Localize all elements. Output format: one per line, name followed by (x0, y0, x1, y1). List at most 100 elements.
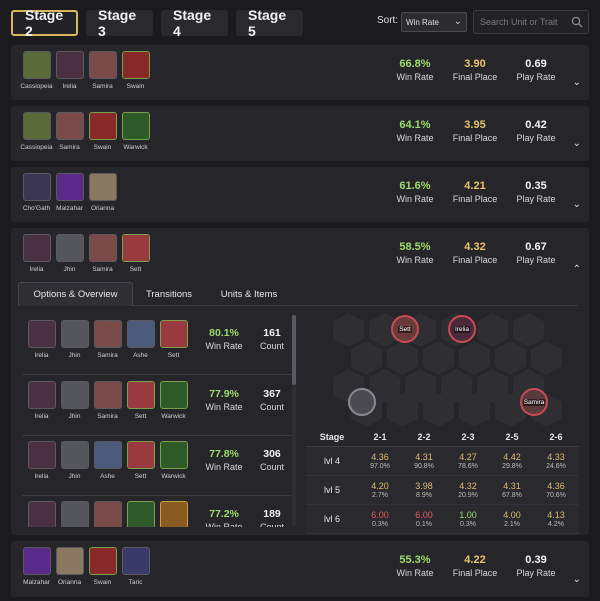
hex-cell (333, 313, 364, 347)
unit-name: Irelia (29, 266, 44, 273)
list-item[interactable]: 77.2% Win Rate 189 Count (22, 496, 292, 527)
unit-portrait (22, 51, 51, 79)
comp-card[interactable]: Cassiopeia Irelia Samira Swain 66.8% Win … (11, 45, 589, 100)
unit-portrait (27, 381, 56, 409)
list-item[interactable]: Irelia Jhin Samira Sett Warwick 77.9% Win… (22, 376, 292, 434)
win-rate-stat: 55.3% Win Rate (396, 554, 434, 578)
option-win-rate: 77.2% Win Rate (205, 508, 243, 527)
sort-select[interactable]: Win Rate ⌄ (401, 12, 467, 32)
unit-name: Samira (92, 83, 113, 90)
unit-name: Malzahar (23, 579, 50, 586)
expand-chevron-icon[interactable]: ⌄ (573, 574, 581, 585)
option-win-rate: 77.9% Win Rate (205, 388, 243, 412)
unit-name: Orianna (90, 205, 115, 212)
unit-portrait (55, 112, 84, 140)
unit-name: Warwick (123, 144, 148, 151)
unit[interactable]: Jhin (53, 234, 86, 273)
tab-transitions[interactable]: Transitions (138, 282, 200, 306)
unit-portrait (121, 234, 150, 262)
options-scrollbar[interactable] (292, 315, 296, 527)
board-unit-jhin[interactable] (348, 388, 376, 416)
list-item[interactable]: Irelia Jhin Ashe Sett Warwick 77.8% Win R… (22, 436, 292, 494)
search-input[interactable]: Search Unit or Trait (473, 10, 589, 34)
unit-name: Taric (128, 579, 143, 586)
unit[interactable]: Swain (86, 547, 119, 586)
search-icon[interactable] (571, 16, 583, 28)
unit[interactable]: Cassiopeia (20, 112, 53, 151)
unit[interactable]: Samira (86, 51, 119, 90)
unit[interactable]: Sett (119, 234, 152, 273)
unit-name: Cassiopeia (20, 144, 53, 151)
table-row: lvl 4 4.36 97.0% 4.31 90.8% 4.27 78.6% 4.42… (306, 447, 579, 476)
board-unit-samira[interactable]: Samira (520, 388, 548, 416)
unit-name: Malzahar (56, 205, 83, 212)
unit[interactable]: Cho'Gath (20, 173, 53, 212)
unit-portrait (159, 501, 188, 527)
hex-cell (513, 313, 544, 347)
unit[interactable]: Orianna (53, 547, 86, 586)
play-rate-stat: 0.42 Play Rate (516, 119, 556, 143)
unit-portrait (126, 441, 155, 469)
expand-chevron-icon[interactable]: ⌄ (573, 138, 581, 149)
unit[interactable]: Irelia (20, 234, 53, 273)
unit-name: Samira (59, 144, 80, 151)
chevron-down-icon: ⌄ (453, 16, 462, 27)
expand-chevron-icon[interactable]: ⌄ (573, 199, 581, 210)
unit-name: Sett (129, 266, 142, 273)
unit-name: Swain (126, 83, 145, 90)
tab-stage-4[interactable]: Stage 4 (161, 7, 228, 39)
board-unit-irelia[interactable]: Irelia (448, 315, 476, 343)
collapse-chevron-icon[interactable]: ⌃ (573, 264, 581, 275)
tab-stage-5[interactable]: Stage 5 (236, 7, 303, 39)
unit[interactable]: Swain (86, 112, 119, 151)
unit[interactable]: Swain (119, 51, 152, 90)
unit-portrait (93, 320, 122, 348)
tab-stage-2[interactable]: Stage 2 (11, 7, 78, 39)
final-place-stat: 3.90 Final Place (452, 58, 498, 82)
unit[interactable]: Malzahar (20, 547, 53, 586)
unit-portrait (121, 112, 150, 140)
transitions-table: Stage 2-1 2-2 2-3 2-5 2-6 lvl 4 4.36 97.0… (306, 427, 579, 534)
hex-board: Sett Irelia Samira (303, 310, 579, 428)
unit[interactable]: Warwick (119, 112, 152, 151)
unit-portrait (126, 320, 155, 348)
final-place-stat: 4.32 Final Place (452, 241, 498, 265)
comp-card[interactable]: Cho'Gath Malzahar Orianna 61.6% Win Rate … (11, 167, 589, 222)
comp-card[interactable]: Cassiopeia Samira Swain Warwick 64.1% Win… (11, 106, 589, 161)
comp-card[interactable]: Malzahar Orianna Swain Taric 55.3% Win Ra… (11, 541, 589, 597)
unit[interactable]: Cassiopeia (20, 51, 53, 90)
option-units (25, 501, 190, 527)
unit-name: Orianna (57, 579, 82, 586)
play-rate-stat: 0.69 Play Rate (516, 58, 556, 82)
unit-name: Cho'Gath (22, 205, 51, 212)
tab-options-overview[interactable]: Options & Overview (18, 282, 133, 306)
unit-name: Swain (93, 144, 112, 151)
unit[interactable]: Irelia (53, 51, 86, 90)
unit[interactable]: Samira (53, 112, 86, 151)
tab-units-items[interactable]: Units & Items (214, 282, 284, 306)
unit-name: Jhin (63, 266, 76, 273)
sort-value: Win Rate (406, 17, 439, 27)
board-unit-sett[interactable]: Sett (391, 315, 419, 343)
unit[interactable]: Malzahar (53, 173, 86, 212)
tab-stage-3[interactable]: Stage 3 (86, 7, 153, 39)
unit[interactable]: Orianna (86, 173, 119, 212)
unit[interactable]: Samira (86, 234, 119, 273)
unit-portrait (22, 173, 51, 201)
unit-portrait (88, 51, 117, 79)
play-rate-stat: 0.67 Play Rate (516, 241, 556, 265)
expand-chevron-icon[interactable]: ⌄ (573, 77, 581, 88)
unit-portrait (60, 501, 89, 527)
hex-cell (531, 341, 562, 375)
scroll-thumb[interactable] (292, 315, 296, 385)
list-item[interactable]: Irelia Jhin Samira Ashe Sett 80.1% Win Ra… (22, 315, 292, 373)
unit-portrait (159, 381, 188, 409)
unit-portrait (55, 547, 84, 575)
unit-portrait (27, 320, 56, 348)
comp-units: Cho'Gath Malzahar Orianna (20, 173, 119, 212)
unit[interactable]: Taric (119, 547, 152, 586)
table-row: lvl 6 6.00 0.3% 6.00 0.1% 1.00 0.3% 4.00 2.1… (306, 505, 579, 534)
unit-portrait (88, 173, 117, 201)
option-count: 306 Count (259, 448, 285, 472)
hex-cell (459, 341, 490, 375)
